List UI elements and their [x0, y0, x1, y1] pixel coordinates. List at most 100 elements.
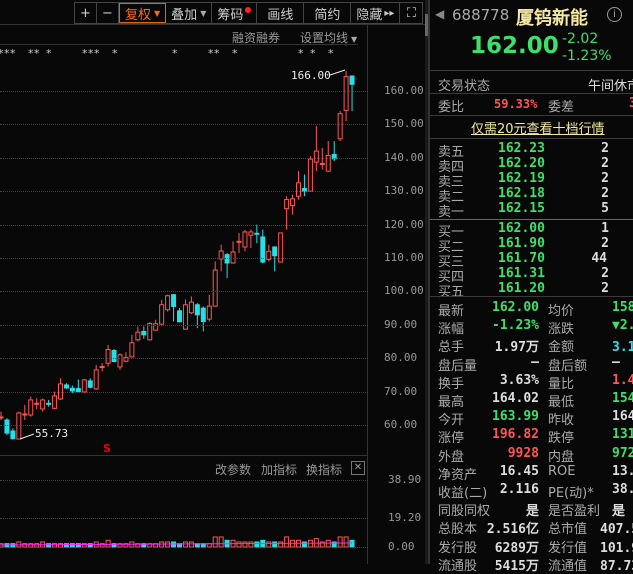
stat-row: 最新 162.00 均价 158.7 — [430, 300, 633, 319]
stat-row: 总股本 2.516亿总市值 407.5亿 — [430, 518, 633, 538]
price-tick-label: 150.00 — [384, 117, 424, 131]
stat-value: 154.0 — [612, 391, 633, 406]
level-price: 161.90 — [498, 236, 545, 251]
quote-panel: ◀ 688778 厦钨新能 i 162.00 -2.02 -1.23% 交易状态… — [428, 0, 633, 574]
event-marker-icon[interactable]: * — [112, 47, 118, 60]
event-marker-icon[interactable]: * — [232, 47, 238, 60]
back-arrow-icon[interactable]: ◀ — [435, 7, 444, 21]
stat-value: 3.63% — [499, 372, 539, 388]
candle-body — [177, 310, 182, 323]
stat-label: 涨跌 — [548, 322, 575, 338]
event-marker-icon[interactable]: * — [214, 47, 220, 60]
event-marker-icon[interactable]: * — [94, 47, 100, 60]
level-label: 卖一 — [438, 205, 465, 220]
current-price: 162.00 — [470, 33, 559, 59]
stat-row: 收益(二) 2.116 PE(动)* 38.2 — [430, 482, 633, 501]
stat-value: 2.516亿 — [486, 522, 539, 538]
price-tick-label: 80.00 — [384, 351, 418, 365]
candle-body — [52, 395, 58, 409]
candle-body — [236, 240, 242, 243]
gridline — [0, 191, 368, 193]
price-tick-label: 160.00 — [384, 84, 424, 97]
volume-bar — [343, 536, 349, 548]
bid-row[interactable]: 买三 161.70 44 — [430, 251, 633, 270]
event-marker-icon[interactable]: * — [10, 47, 16, 60]
event-marker-icon[interactable]: * — [310, 47, 316, 60]
ask-row[interactable]: 卖二 162.18 2 — [430, 186, 633, 205]
level-volume: 5 — [601, 201, 609, 216]
candle-body — [242, 231, 248, 248]
stat-label: ROE — [548, 463, 576, 479]
close-indicator-button[interactable]: ✕ — [351, 461, 365, 475]
level-price: 162.23 — [498, 141, 545, 156]
ask-row[interactable]: 卖三 162.19 2 — [430, 171, 633, 190]
candle-body — [284, 199, 290, 210]
bid-row[interactable]: 买二 161.90 2 — [430, 236, 633, 255]
level-volume: 2 — [601, 186, 609, 201]
divider — [430, 138, 633, 139]
ask-row[interactable]: 卖四 162.20 2 — [430, 156, 633, 175]
commission-diff-label: 委差 — [548, 100, 575, 115]
level-label: 买五 — [438, 285, 465, 300]
price-tick-label: 60.00 — [384, 418, 418, 431]
trade-status-row: 交易状态 午间休市 — [430, 75, 633, 94]
bid-row[interactable]: 买四 161.31 2 — [430, 266, 633, 285]
gridline — [0, 425, 368, 426]
stat-value: 13.44 — [612, 463, 633, 479]
candle-body — [28, 399, 34, 416]
candle-body — [159, 304, 165, 325]
event-marker-icon[interactable]: * — [46, 47, 52, 60]
stat-row: 换手 3.63% 量比 1.4 — [430, 372, 633, 392]
candle-body — [194, 304, 200, 316]
event-marker-icon[interactable]: * — [172, 47, 178, 60]
candle-body — [0, 416, 4, 419]
stat-row: 外盘 9928 内盘 972 — [430, 446, 633, 465]
kline-chart[interactable]: + − 复权 ▼ 叠加 ▼ 筹码 画线 简约 隐藏 ▸▸ ⛶ 融资融券 设置均线 ▼ *… — [0, 0, 428, 564]
level2-promo-link[interactable]: 仅需20元查看十档行情 — [471, 118, 605, 137]
switch-indicator-button[interactable]: 换指标 — [306, 461, 342, 478]
candle-body — [93, 369, 99, 390]
event-marker-icon[interactable]: * — [34, 47, 40, 60]
add-indicator-button[interactable]: 加指标 — [261, 461, 297, 478]
divider — [430, 219, 633, 220]
ask-row[interactable]: 卖五 162.23 2 — [430, 141, 633, 160]
trade-status-label: 交易状态 — [438, 79, 491, 94]
bid-row[interactable]: 买五 161.20 2 — [430, 281, 633, 300]
info-icon[interactable]: i — [607, 7, 622, 22]
candle-body — [254, 232, 260, 235]
commission-ratio: 59.33% — [494, 97, 538, 111]
stock-name: 厦钨新能 — [516, 8, 588, 29]
candle-body — [343, 76, 349, 111]
commission-diff: 3 — [629, 96, 633, 111]
level-price: 162.18 — [498, 186, 545, 201]
bid-row[interactable]: 买一 162.00 1 — [430, 221, 633, 240]
level-volume: 2 — [601, 156, 609, 171]
level-volume: 44 — [591, 251, 607, 266]
stat-value: 5415万 — [494, 558, 539, 574]
event-marker-icon[interactable]: * — [328, 47, 334, 60]
stat-label: 总股本 — [438, 522, 478, 538]
divider — [430, 70, 633, 71]
gridline — [0, 291, 368, 293]
stat-label: 最低 — [548, 395, 575, 410]
divider — [430, 296, 633, 297]
candle-body — [34, 402, 40, 405]
event-marker-icon[interactable]: * — [298, 47, 304, 60]
candle-body — [111, 350, 117, 363]
volume-bar — [337, 536, 343, 548]
gridline — [0, 391, 368, 393]
commission-ratio-label: 委比 — [438, 100, 465, 115]
change-params-button[interactable]: 改参数 — [215, 461, 251, 478]
stat-label: 盘后额 — [548, 358, 588, 374]
stat-value: 3.12亿 — [612, 340, 633, 356]
gridline — [0, 358, 368, 360]
max-pointer — [329, 69, 346, 76]
volume-bar — [325, 539, 331, 548]
ask-row[interactable]: 卖一 162.15 5 — [430, 201, 633, 220]
candle-body — [319, 162, 325, 165]
stat-label: 外盘 — [438, 449, 465, 465]
candle-body — [290, 198, 296, 207]
volume-bar — [105, 539, 111, 548]
stat-value: 163.99 — [492, 409, 539, 425]
stat-value: 87.73亿 — [600, 558, 633, 574]
